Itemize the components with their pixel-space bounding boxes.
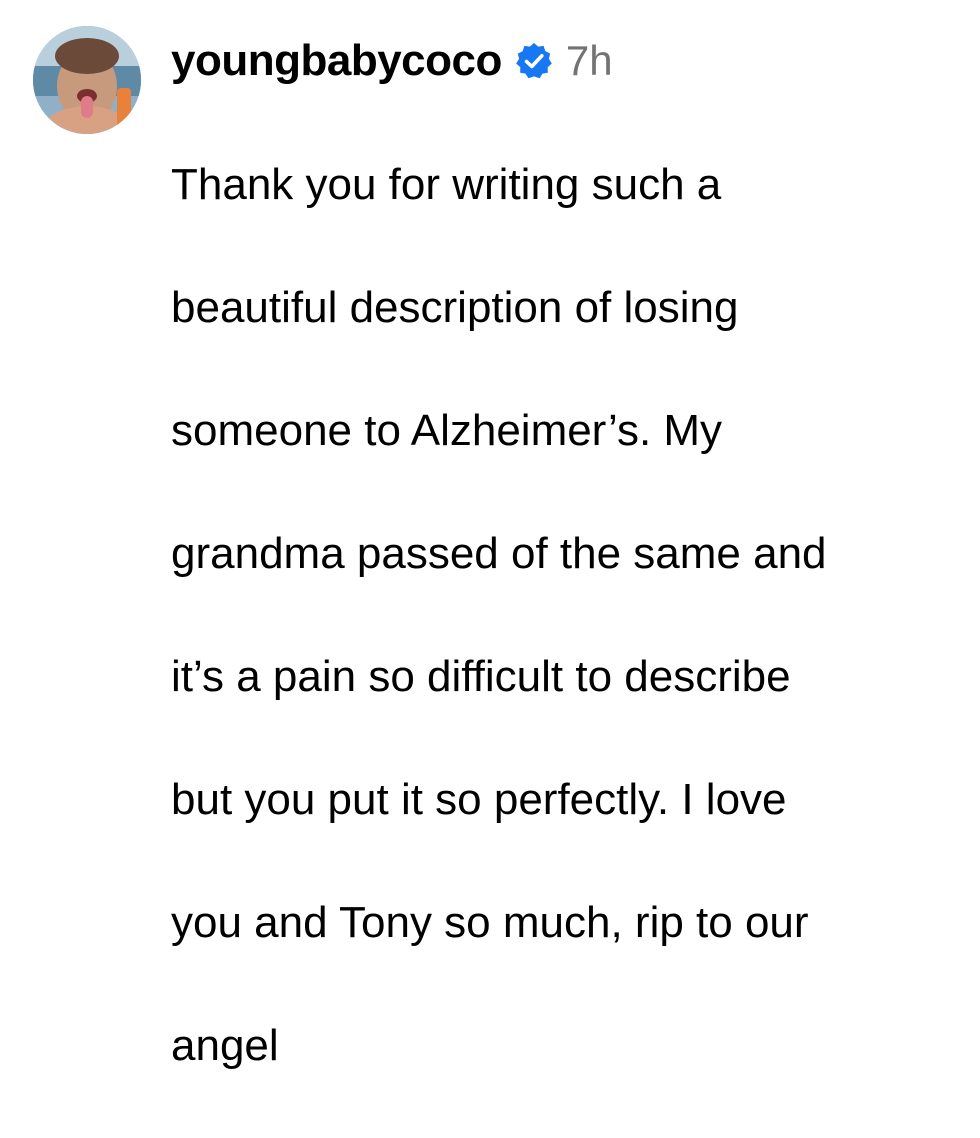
comment-item: youngbabycoco 7h Thank you for writing s… [0,0,980,1070]
comment-text-line: beautiful description of losing [171,282,739,332]
comment-text-line: angel [171,1020,279,1070]
timestamp[interactable]: 7h [566,40,613,82]
comment-text-line: but you put it so perfectly. I love [171,774,787,824]
comment-text-line: grandma passed of the same and [171,528,827,578]
comment-text-line: Thank you for writing such a [171,159,722,209]
comment-text-line: it’s a pain so difficult to describe [171,651,791,701]
username-link[interactable]: youngbabycoco [171,39,502,83]
comment-text-line: someone to Alzheimer’s. My [171,405,723,455]
avatar-photo [33,26,141,134]
comment-text-line: you and Tony so much, rip to our [171,897,809,947]
comment-text: Thank you for writing such a beautiful d… [171,92,961,1138]
verified-badge-icon [514,41,554,81]
comment-header: youngbabycoco 7h [171,30,961,92]
comment-content: youngbabycoco 7h Thank you for writing s… [171,30,961,1138]
avatar[interactable] [33,26,141,134]
